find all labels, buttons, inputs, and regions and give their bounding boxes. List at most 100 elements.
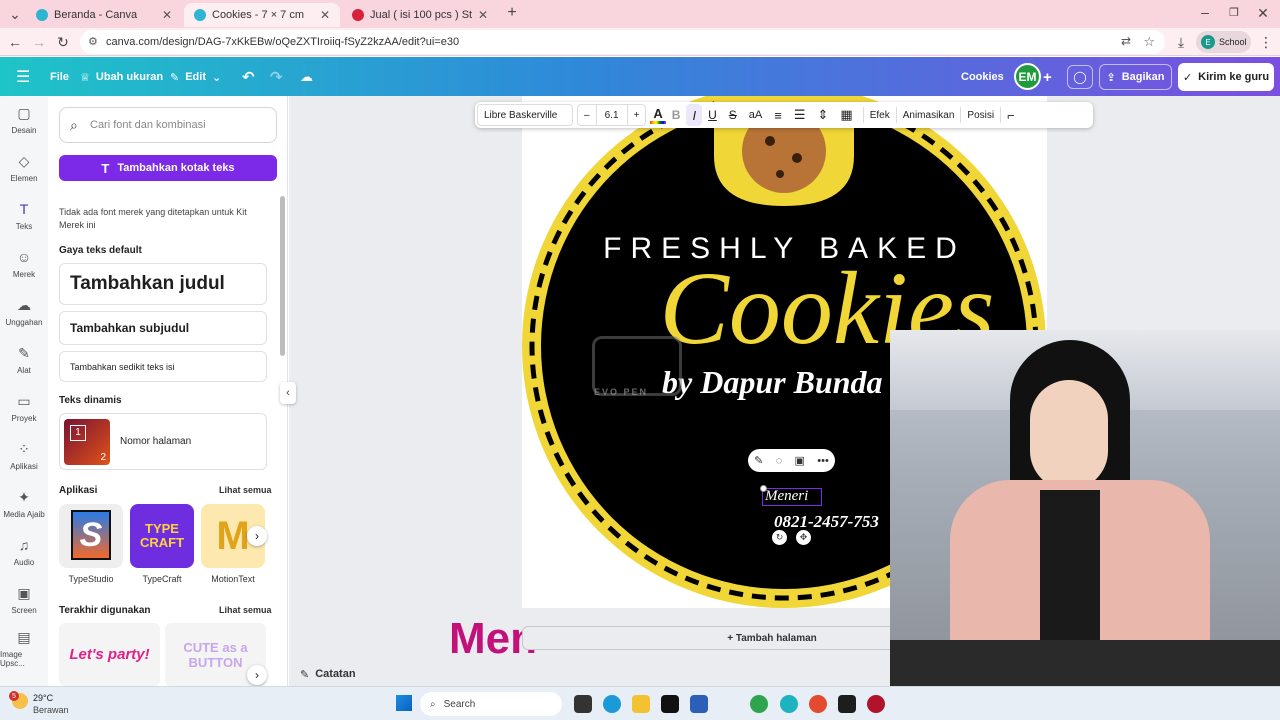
translate-icon[interactable]: ⇄ [1121,34,1131,48]
audio-app-icon[interactable] [661,695,679,713]
tab-list-chevron-icon[interactable]: ⌄ [6,6,24,22]
taskbar-search-box[interactable]: ⌕ Search [420,692,562,716]
apps-next-arrow-icon[interactable]: › [247,526,267,546]
chrome-canva-icon[interactable] [780,695,798,713]
magic-write-icon[interactable]: ✎ [754,454,763,467]
close-window-icon[interactable]: ✕ [1254,5,1272,21]
selected-text-element[interactable]: Meneri [762,488,822,506]
rail-item-teks[interactable]: T Teks [0,192,48,240]
minimize-icon[interactable]: – [1196,4,1214,20]
rail-item-audio[interactable]: ♫ Audio [0,528,48,576]
recent-see-all-link[interactable]: Lihat semua [219,605,272,615]
comment-icon[interactable]: ◯ [1067,65,1093,89]
position-button[interactable]: Posisi [960,107,1000,123]
back-icon[interactable]: ← [6,34,24,50]
recent-next-arrow-icon[interactable]: › [247,665,267,685]
add-body-card[interactable]: Tambahkan sedikit teks isi [59,351,267,382]
font-search-input[interactable]: ⌕ Cari font dan kombinasi [59,107,277,143]
font-size-decrease-button[interactable]: – [578,105,596,125]
move-handle-icon[interactable]: ✥ [796,530,811,545]
site-info-icon[interactable]: ⚙ [88,35,98,48]
font-size-input[interactable]: 6.1 [595,105,628,125]
bookmark-star-icon[interactable]: ☆ [1143,34,1155,50]
close-tab-icon[interactable]: ✕ [162,8,172,22]
rail-item-merek[interactable]: ☺ Merek [0,240,48,288]
align-center-icon[interactable]: ≡ [768,102,788,128]
rail-item-desain[interactable]: ▢ Desain [0,96,48,144]
spacing-icon[interactable]: ⇕ [812,102,835,128]
recent-item-lets-party[interactable]: Let's party! [59,623,160,686]
file-menu[interactable]: File [50,65,69,89]
tab-stiker[interactable]: Jual ( isi 100 pcs ) Stiker Cookie ✕ [342,3,498,27]
terminal-icon[interactable] [838,695,856,713]
chrome-icon[interactable] [809,695,827,713]
redo-icon[interactable]: ↷ [270,65,283,89]
add-subheading-card[interactable]: Tambahkan subjudul [59,311,267,345]
rail-item-screen[interactable]: ▣ Screen [0,576,48,624]
page-number-card[interactable]: 1 2 Nomor halaman [59,413,267,470]
strikethrough-button[interactable]: S [723,102,743,128]
rail-item-image-upsc[interactable]: ▤ Image Upsc... [0,624,48,672]
forward-icon[interactable]: → [30,34,48,50]
notes-button[interactable]: ✎ Catatan [300,668,356,681]
app-tile-typestudio[interactable]: S [59,504,123,568]
user-avatar[interactable]: EM [1014,63,1041,90]
collapse-panel-icon[interactable]: ‹ [280,382,296,404]
windows-start-icon[interactable] [396,695,412,711]
comment-add-icon[interactable]: ◌ [776,455,783,467]
bold-button[interactable]: B [666,102,687,128]
hamburger-menu-icon[interactable]: ☰ [16,65,30,89]
rail-item-elemen[interactable]: ◇ Elemen [0,144,48,192]
resize-button[interactable]: ♕ Ubah ukuran [80,65,163,89]
rail-item-media-ajaib[interactable]: ✦ Media Ajaib [0,480,48,528]
rail-item-unggahan[interactable]: ☁ Unggahan [0,288,48,336]
download-icon[interactable]: ⤓ [1172,34,1190,50]
add-heading-card[interactable]: Tambahkan judul [59,263,267,305]
rotate-handle-icon[interactable]: ↻ [772,530,787,545]
text-color-button[interactable]: A [650,106,666,124]
app-tile-typecraft[interactable]: TYPE CRAFT [130,504,194,568]
maximize-icon[interactable]: ❐ [1225,5,1243,21]
font-family-dropdown[interactable]: Libre Baskerville [477,104,573,126]
rail-item-alat[interactable]: ✎ Alat [0,336,48,384]
copy-style-icon[interactable]: ⌐ [1000,107,1021,123]
share-button[interactable]: ⇪ Bagikan [1099,64,1172,90]
edit-menu[interactable]: ✎ Edit ⌄ [170,65,221,89]
panel-scrollbar[interactable] [280,196,285,356]
browser-menu-icon[interactable]: ⋮ [1257,34,1275,50]
new-tab-icon[interactable]: + [503,5,521,21]
transparency-icon[interactable]: ▦ [834,102,858,128]
close-tab-icon[interactable]: ✕ [320,8,330,22]
more-options-icon[interactable]: ••• [817,455,829,467]
word-icon[interactable] [690,695,708,713]
font-size-increase-button[interactable]: + [628,105,646,125]
task-view-icon[interactable] [574,695,592,713]
list-icon[interactable]: ☰ [788,102,812,128]
add-collaborator-icon[interactable]: + [1043,65,1052,89]
file-explorer-icon[interactable] [632,695,650,713]
profile-chip[interactable]: E School [1196,31,1251,53]
undo-icon[interactable]: ↶ [242,65,255,89]
reload-icon[interactable]: ↻ [54,34,72,50]
tab-cookies[interactable]: Cookies - 7 × 7 cm ✕ [184,3,340,27]
animate-button[interactable]: Animasikan [895,107,961,123]
italic-button[interactable]: I [686,104,703,126]
document-title[interactable]: Cookies [961,65,1004,89]
dynamic-text-heading: Teks dinamis [59,395,122,406]
lock-icon[interactable]: ▣ [795,454,805,467]
tab-beranda[interactable]: Beranda - Canva ✕ [26,3,182,27]
close-tab-icon[interactable]: ✕ [478,8,488,22]
rail-item-proyek[interactable]: ▭ Proyek [0,384,48,432]
add-textbox-button[interactable]: T Tambahkan kotak teks [59,155,277,181]
url-field[interactable]: ⚙ canva.com/design/DAG-7xKkEBw/oQeZXTIro… [80,30,1165,54]
edge-icon[interactable] [603,695,621,713]
underline-button[interactable]: U [702,102,723,128]
resize-handle[interactable] [760,485,767,492]
rail-item-aplikasi[interactable]: ⁘ Aplikasi [0,432,48,480]
letter-case-button[interactable]: aA [743,102,768,128]
submit-to-teacher-button[interactable]: ✓ Kirim ke guru [1178,63,1274,91]
apps-see-all-link[interactable]: Lihat semua [219,485,272,495]
chrome-profile-icon[interactable] [750,695,768,713]
effects-button[interactable]: Efek [862,107,896,123]
app-icon[interactable] [867,695,885,713]
